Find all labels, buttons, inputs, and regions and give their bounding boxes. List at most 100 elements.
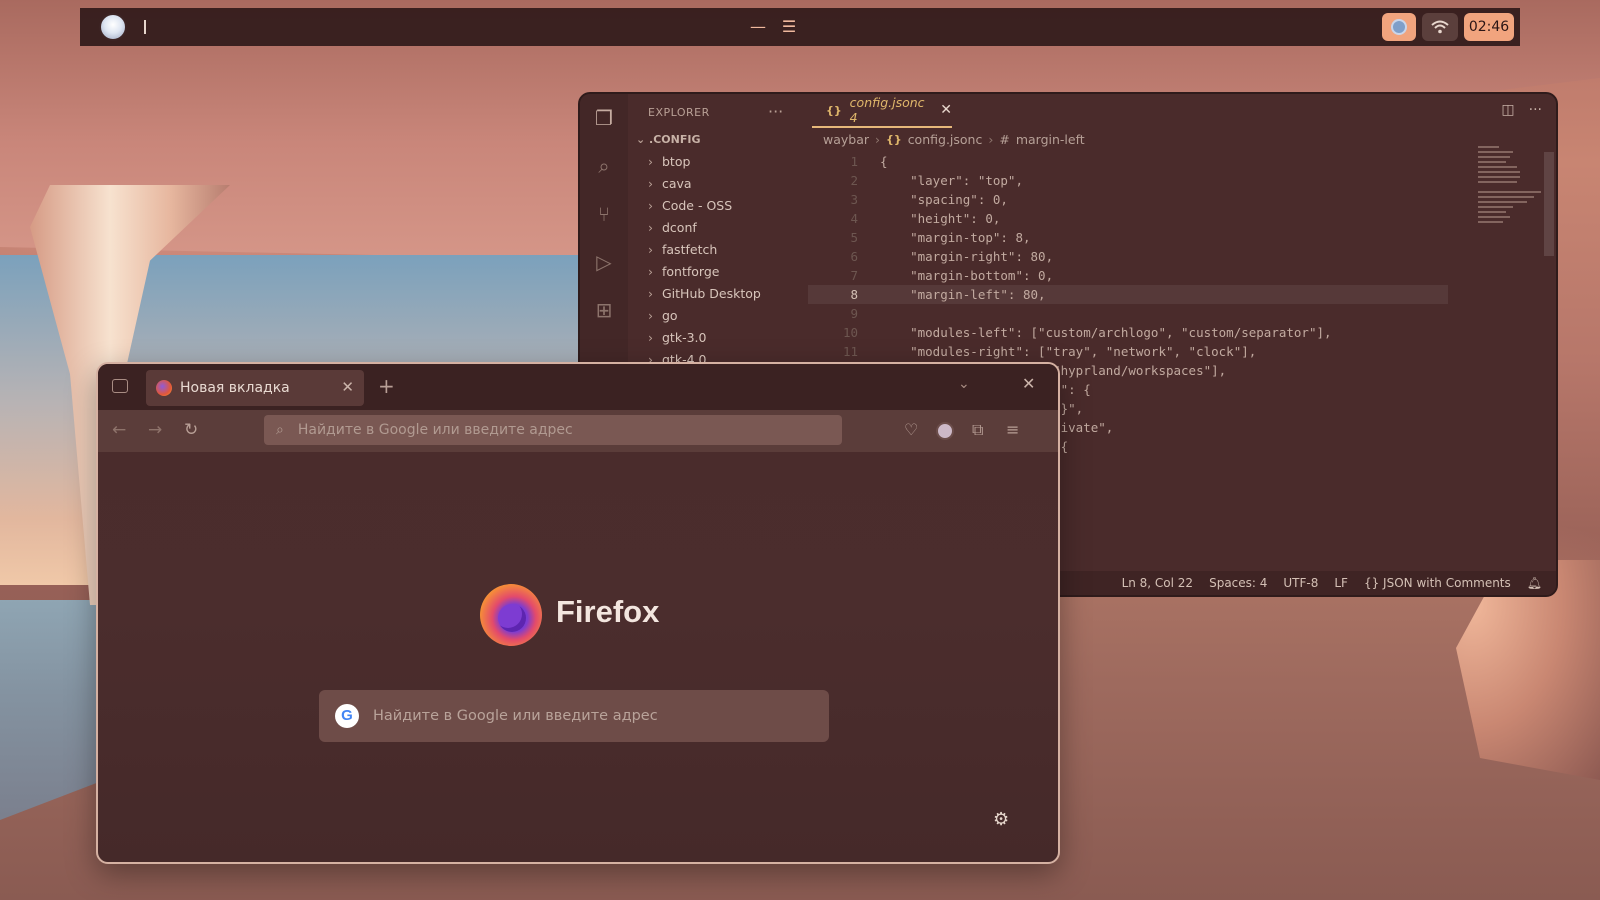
- list-all-tabs-icon[interactable]: [112, 379, 128, 393]
- tree-folder[interactable]: › gtk-3.0: [648, 330, 706, 345]
- extensions-icon[interactable]: ⊞: [592, 298, 616, 322]
- status-indentation[interactable]: Spaces: 4: [1209, 576, 1267, 590]
- chevron-down-icon[interactable]: ⌄: [958, 376, 970, 392]
- tree-folder[interactable]: › fontforge: [648, 264, 719, 279]
- breadcrumb-item[interactable]: waybar: [823, 132, 869, 147]
- tree-folder[interactable]: › go: [648, 308, 678, 323]
- line-number: 5: [850, 230, 858, 245]
- source-control-icon[interactable]: ⑂: [592, 202, 616, 226]
- code-line[interactable]: 4 "height": 0,: [808, 209, 1448, 228]
- menu-icon[interactable]: ≡: [1006, 420, 1019, 439]
- bell-icon[interactable]: 🔔︎: [1527, 576, 1542, 590]
- more-actions-icon[interactable]: ···: [1529, 102, 1542, 118]
- workspace-button-2[interactable]: ☰: [778, 15, 800, 39]
- nav-bar: ← → ↻ ⌕ Найдите в Google или введите адр…: [98, 410, 1058, 452]
- line-code: "spacing": 0,: [880, 192, 1008, 207]
- firefox-window: Новая вкладка ✕ + ⌄ ✕ ← → ↻ ⌕ Найдите в …: [96, 362, 1060, 864]
- code-line[interactable]: 2 "layer": "top",: [808, 171, 1448, 190]
- search-icon[interactable]: ⌕: [592, 154, 616, 178]
- chevron-right-icon: ›: [648, 176, 653, 191]
- explorer-title: EXPLORER: [648, 106, 710, 119]
- chevron-right-icon: ›: [648, 264, 653, 279]
- firefox-favicon-icon: [156, 380, 172, 396]
- tree-folder[interactable]: › dconf: [648, 220, 697, 235]
- back-icon[interactable]: ←: [112, 420, 126, 440]
- run-debug-icon[interactable]: ▷: [592, 250, 616, 274]
- tree-folder[interactable]: › GitHub Desktop: [648, 286, 761, 301]
- tab-new-tab[interactable]: Новая вкладка ✕: [146, 370, 364, 406]
- tray-user-icon[interactable]: [1382, 13, 1416, 41]
- code-line[interactable]: 6 "margin-right": 80,: [808, 247, 1448, 266]
- workspace-button-1[interactable]: —: [747, 15, 769, 39]
- google-icon: G: [335, 704, 359, 728]
- pocket-icon[interactable]: ♡: [904, 420, 918, 439]
- tree-folder[interactable]: › fastfetch: [648, 242, 717, 257]
- newtab-search-input[interactable]: Найдите в Google или введите адрес: [373, 708, 658, 724]
- newtab-search-box[interactable]: G Найдите в Google или введите адрес: [319, 690, 829, 742]
- line-number: 10: [842, 325, 858, 340]
- reload-icon[interactable]: ↻: [184, 420, 198, 440]
- tree-root-config[interactable]: ⌄ .CONFIG: [636, 133, 701, 146]
- firefox-wordmark: Firefox: [556, 594, 660, 629]
- tab-label: Новая вкладка: [180, 380, 290, 396]
- tree-folder[interactable]: › cava: [648, 176, 692, 191]
- tree-folder[interactable]: › Code - OSS: [648, 198, 732, 213]
- archlogo-icon[interactable]: [99, 13, 127, 41]
- line-code: "modules-left": ["custom/archlogo", "cus…: [880, 325, 1332, 340]
- line-number: 6: [850, 249, 858, 264]
- extensions-icon[interactable]: ⧉: [972, 420, 983, 440]
- status-encoding[interactable]: UTF-8: [1283, 576, 1318, 590]
- chevron-right-icon: ›: [648, 308, 653, 323]
- url-input[interactable]: Найдите в Google или введите адрес: [298, 422, 573, 438]
- status-cursor-position[interactable]: Ln 8, Col 22: [1122, 576, 1194, 590]
- chevron-right-icon: ›: [648, 154, 653, 169]
- editor-scrollbar[interactable]: [1544, 152, 1554, 256]
- tab-close-icon[interactable]: ✕: [341, 378, 354, 396]
- line-code: "margin-top": 8,: [880, 230, 1031, 245]
- explorer-icon[interactable]: ❐: [592, 106, 616, 130]
- clock[interactable]: 02:46: [1464, 13, 1514, 41]
- code-line[interactable]: 10 "modules-left": ["custom/archlogo", "…: [808, 323, 1448, 342]
- code-line[interactable]: 9: [808, 304, 1448, 323]
- forward-icon[interactable]: →: [148, 420, 162, 440]
- code-line[interactable]: 7 "margin-bottom": 0,: [808, 266, 1448, 285]
- chevron-right-icon: ›: [988, 132, 994, 147]
- line-number: 1: [850, 154, 858, 169]
- breadcrumb-item[interactable]: config.jsonc: [908, 132, 983, 147]
- url-bar[interactable]: ⌕ Найдите в Google или введите адрес: [264, 415, 842, 445]
- account-avatar[interactable]: [936, 422, 954, 440]
- line-number: 8: [850, 287, 858, 302]
- editor-actions: ◫ ···: [1501, 102, 1542, 118]
- tab-strip: Новая вкладка ✕ + ⌄ ✕: [98, 364, 1058, 410]
- line-code: "margin-left": 80,: [880, 287, 1046, 302]
- tab-close-icon[interactable]: ✕: [940, 102, 952, 118]
- chevron-right-icon: ›: [648, 198, 653, 213]
- breadcrumb-item[interactable]: margin-left: [1016, 132, 1085, 147]
- explorer-more-icon[interactable]: ···: [768, 102, 783, 121]
- line-code: "margin-right": 80,: [880, 249, 1054, 264]
- network-wifi-icon[interactable]: [1422, 13, 1458, 41]
- new-tab-button[interactable]: +: [378, 374, 395, 398]
- chevron-right-icon: ›: [648, 286, 653, 301]
- window-close-icon[interactable]: ✕: [1022, 374, 1035, 393]
- firefox-logo-icon: [480, 584, 542, 646]
- line-number: 7: [850, 268, 858, 283]
- chevron-right-icon: ›: [648, 220, 653, 235]
- waybar: — ☰ 02:46: [80, 8, 1520, 46]
- split-editor-icon[interactable]: ◫: [1501, 102, 1514, 118]
- bar-separator: [144, 20, 146, 34]
- tab-config-jsonc[interactable]: {} config.jsonc 4 ✕: [812, 94, 952, 128]
- minimap[interactable]: [1478, 146, 1548, 276]
- json-file-icon: {}: [826, 103, 842, 117]
- code-line[interactable]: 1{: [808, 152, 1448, 171]
- code-line[interactable]: 5 "margin-top": 8,: [808, 228, 1448, 247]
- tree-folder[interactable]: › btop: [648, 154, 690, 169]
- code-line[interactable]: 8 "margin-left": 80,: [808, 285, 1448, 304]
- code-line[interactable]: 11 "modules-right": ["tray", "network", …: [808, 342, 1448, 361]
- status-language[interactable]: {} JSON with Comments: [1364, 576, 1511, 590]
- code-line[interactable]: 3 "spacing": 0,: [808, 190, 1448, 209]
- breadcrumb: waybar › {} config.jsonc › # margin-left: [823, 132, 1085, 147]
- tab-label: config.jsonc 4: [849, 95, 925, 125]
- status-eol[interactable]: LF: [1334, 576, 1348, 590]
- gear-icon[interactable]: ⚙: [993, 809, 1009, 830]
